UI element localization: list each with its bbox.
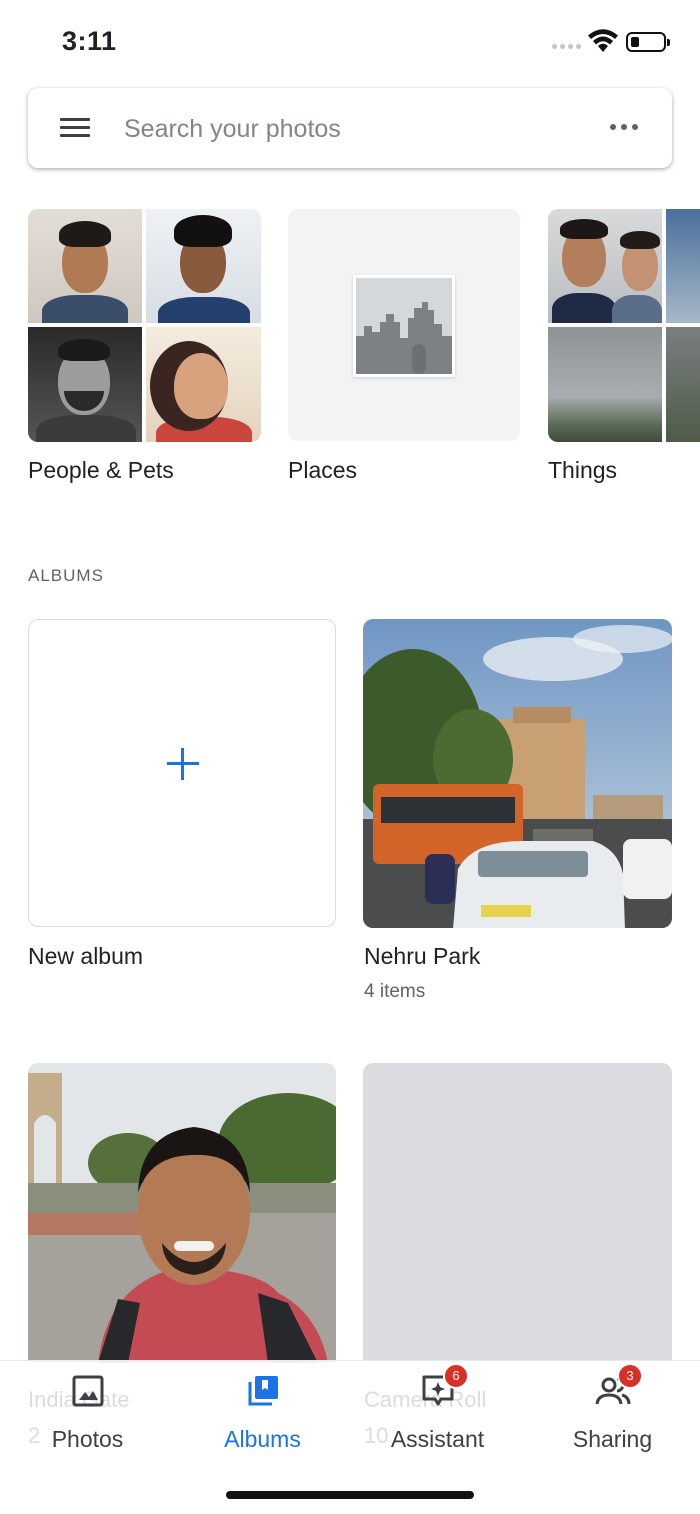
home-indicator[interactable]: [226, 1491, 474, 1499]
things-card[interactable]: [548, 209, 700, 442]
more-options-icon[interactable]: [610, 124, 638, 130]
things-label: Things: [548, 457, 618, 483]
album-cover-camera-roll[interactable]: [363, 1063, 672, 1363]
album-cover-nehru-park[interactable]: [363, 619, 672, 928]
tab-albums-label: Albums: [224, 1426, 301, 1452]
album-item-count: 4 items: [364, 981, 426, 1002]
new-album-label: New album: [28, 943, 144, 969]
thing-thumbnail: [548, 327, 662, 442]
thing-thumbnail: [548, 209, 662, 323]
photo-icon: [72, 1375, 104, 1407]
cellular-signal-icon: [552, 44, 581, 49]
albums-icon: [248, 1376, 278, 1406]
thing-thumbnail: [666, 209, 700, 323]
album-title: Nehru Park: [364, 943, 481, 969]
person-thumbnail: [146, 327, 261, 442]
battery-icon: [626, 32, 670, 52]
places-placeholder-image: [353, 275, 455, 377]
thing-thumbnail: [666, 327, 700, 442]
new-album-button[interactable]: [28, 619, 336, 927]
tab-photos[interactable]: Photos: [0, 1371, 175, 1461]
tab-sharing-label: Sharing: [572, 1426, 653, 1452]
status-time: 3:11: [62, 26, 117, 56]
sharing-badge: 3: [617, 1363, 643, 1389]
albums-section-title: ALBUMS: [28, 566, 104, 585]
tab-sharing[interactable]: 3 Sharing: [525, 1363, 700, 1461]
album-cover-india-gate[interactable]: [28, 1063, 336, 1363]
tab-assistant-label: Assistant: [390, 1426, 485, 1452]
search-bar: [28, 88, 672, 168]
plus-icon: [167, 748, 199, 780]
person-thumbnail: [28, 327, 142, 442]
places-label: Places: [288, 457, 358, 483]
people-pets-label: People & Pets: [28, 457, 174, 483]
wifi-icon: [588, 29, 618, 52]
tab-assistant[interactable]: 6 Assistant: [350, 1363, 525, 1461]
person-thumbnail: [28, 209, 142, 323]
people-pets-card[interactable]: [28, 209, 261, 442]
person-thumbnail: [146, 209, 261, 323]
tab-albums[interactable]: Albums: [175, 1371, 350, 1461]
assistant-badge: 6: [443, 1363, 469, 1389]
menu-icon[interactable]: [60, 118, 90, 138]
search-input[interactable]: [122, 108, 566, 150]
tab-photos-label: Photos: [51, 1426, 124, 1452]
